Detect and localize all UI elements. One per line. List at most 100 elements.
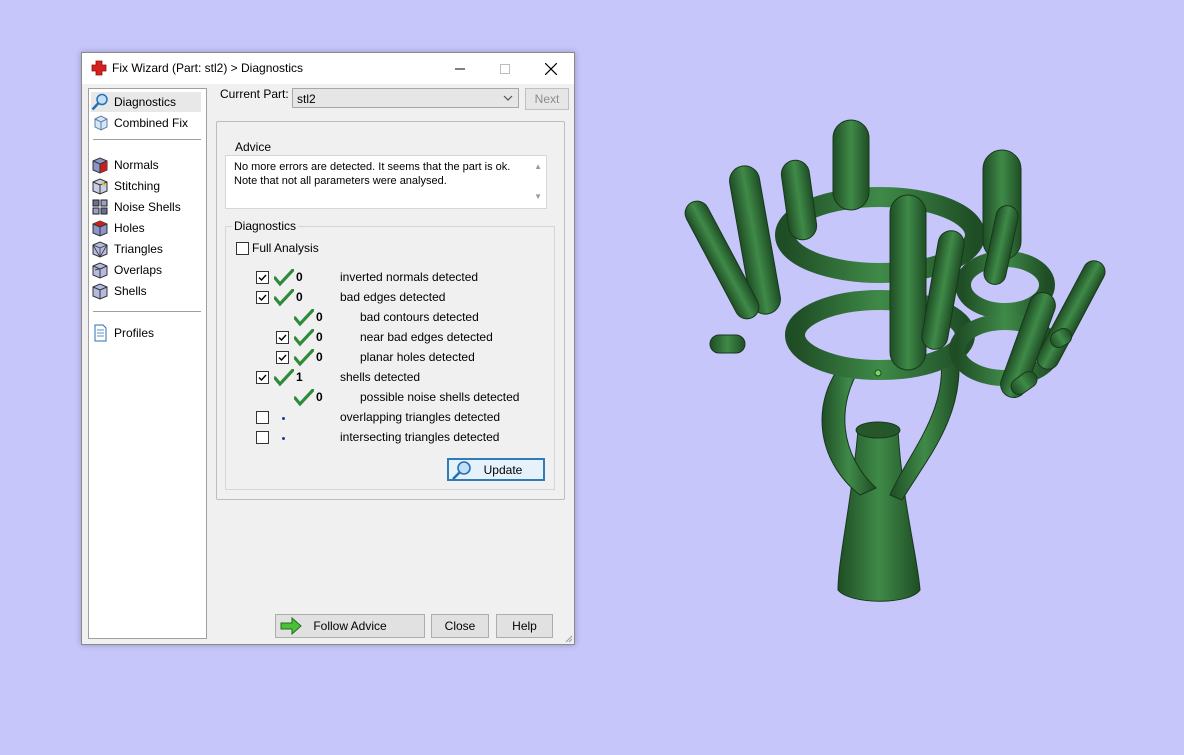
magnifier-icon bbox=[91, 93, 108, 111]
maximize-icon bbox=[500, 63, 510, 74]
diagnostic-label: bad edges detected bbox=[340, 290, 446, 304]
sidebar-item-label: Normals bbox=[114, 158, 159, 172]
holes-cube-icon bbox=[92, 220, 108, 237]
update-button-label: Update bbox=[483, 462, 523, 477]
diagnostic-checkbox[interactable] bbox=[256, 411, 269, 424]
overlaps-cube-icon bbox=[92, 262, 108, 279]
title-bar[interactable]: Fix Wizard (Part: stl2) > Diagnostics bbox=[82, 53, 574, 84]
scroll-up-arrow-icon[interactable]: ▲ bbox=[534, 160, 542, 174]
resize-grip-icon[interactable] bbox=[563, 633, 573, 643]
current-part-value: stl2 bbox=[297, 92, 316, 106]
sidebar-item-holes[interactable]: Holes bbox=[91, 218, 201, 238]
sidebar-separator bbox=[93, 139, 201, 140]
diagnostic-count: 0 bbox=[316, 310, 323, 324]
diagnostic-count: 0 bbox=[316, 330, 323, 344]
help-button-label: Help bbox=[512, 619, 537, 633]
diagnostic-label: inverted normals detected bbox=[340, 270, 479, 284]
green-check-icon bbox=[294, 349, 314, 367]
scroll-down-arrow-icon[interactable]: ▼ bbox=[534, 190, 542, 204]
pivot-point-icon bbox=[874, 369, 882, 377]
diagnostics-group-title: Diagnostics bbox=[232, 219, 299, 233]
green-check-icon bbox=[294, 389, 314, 407]
checkmark-icon bbox=[278, 354, 287, 362]
advice-text: No more errors are detected. It seems th… bbox=[234, 161, 511, 187]
advice-textbox[interactable]: No more errors are detected. It seems th… bbox=[225, 155, 547, 209]
green-check-icon bbox=[274, 269, 294, 287]
follow-advice-button[interactable]: Follow Advice bbox=[275, 614, 425, 638]
wizard-sidebar: Diagnostics Combined Fix Normals Stitchi… bbox=[88, 88, 207, 639]
diagnostic-count: 0 bbox=[316, 350, 323, 364]
diagnostic-checkbox[interactable] bbox=[276, 331, 289, 344]
diagnostic-checkbox[interactable] bbox=[276, 351, 289, 364]
sidebar-item-label: Overlaps bbox=[114, 263, 163, 277]
sidebar-item-profiles[interactable]: Profiles bbox=[91, 323, 201, 343]
next-button-label: Next bbox=[534, 92, 560, 106]
sidebar-item-normals[interactable]: Normals bbox=[91, 155, 201, 175]
green-check-icon bbox=[274, 369, 294, 387]
sidebar-item-overlaps[interactable]: Overlaps bbox=[91, 260, 201, 280]
noise-shells-icon bbox=[92, 199, 108, 215]
diagnostic-checkbox[interactable] bbox=[256, 371, 269, 384]
full-analysis-checkbox[interactable] bbox=[236, 242, 249, 255]
checkmark-icon bbox=[258, 294, 267, 302]
close-button-label: Close bbox=[444, 619, 476, 633]
sidebar-item-label: Shells bbox=[114, 284, 147, 298]
sidebar-item-triangles[interactable]: Triangles bbox=[91, 239, 201, 259]
full-analysis-label: Full Analysis bbox=[252, 241, 319, 255]
sidebar-item-stitching[interactable]: Stitching bbox=[91, 176, 201, 196]
sidebar-item-shells[interactable]: Shells bbox=[91, 281, 201, 301]
sidebar-item-label: Triangles bbox=[114, 242, 163, 256]
red-cross-icon bbox=[91, 60, 107, 76]
minimize-icon bbox=[455, 68, 465, 69]
3d-model-mesh bbox=[684, 119, 1106, 602]
sidebar-item-label: Diagnostics bbox=[114, 95, 177, 109]
update-button[interactable]: Update bbox=[447, 458, 545, 481]
sidebar-item-noise-shells[interactable]: Noise Shells bbox=[91, 197, 201, 217]
fix-wizard-dialog: Fix Wizard (Part: stl2) > Diagnostics Di… bbox=[81, 52, 575, 645]
sidebar-item-label: Profiles bbox=[114, 326, 155, 340]
sidebar-item-combined-fix[interactable]: Combined Fix bbox=[91, 113, 201, 133]
minimize-button[interactable] bbox=[437, 53, 483, 84]
pending-dot-icon bbox=[282, 437, 285, 440]
diagnostic-checkbox[interactable] bbox=[256, 431, 269, 444]
diagnostic-count: 0 bbox=[296, 270, 303, 284]
green-check-icon bbox=[274, 289, 294, 307]
chevron-down-icon bbox=[503, 95, 513, 101]
window-title: Fix Wizard (Part: stl2) > Diagnostics bbox=[112, 61, 304, 75]
current-part-select[interactable]: stl2 bbox=[292, 88, 519, 108]
help-button[interactable]: Help bbox=[496, 614, 553, 638]
sidebar-item-label: Noise Shells bbox=[114, 200, 181, 214]
stitching-cube-icon bbox=[92, 178, 108, 195]
maximize-button[interactable] bbox=[482, 53, 528, 84]
sidebar-item-label: Combined Fix bbox=[114, 116, 189, 130]
diagnostic-label: intersecting triangles detected bbox=[340, 430, 500, 444]
diagnostic-checkbox[interactable] bbox=[256, 291, 269, 304]
cube-icon bbox=[94, 115, 108, 131]
checkmark-icon bbox=[258, 274, 267, 282]
triangles-cube-icon bbox=[92, 241, 108, 258]
close-window-button[interactable] bbox=[528, 53, 574, 84]
diagnostic-count: 1 bbox=[296, 370, 303, 384]
green-check-icon bbox=[294, 329, 314, 347]
document-icon bbox=[94, 324, 107, 342]
magnifier-icon bbox=[452, 461, 471, 480]
3d-model-viewport[interactable] bbox=[640, 100, 1120, 620]
normals-cube-icon bbox=[92, 157, 108, 174]
green-check-icon bbox=[294, 309, 314, 327]
diagnostic-label: planar holes detected bbox=[360, 350, 475, 364]
diagnostic-checkbox[interactable] bbox=[256, 271, 269, 284]
diagnostic-label: possible noise shells detected bbox=[360, 390, 520, 404]
advice-group-title: Advice bbox=[233, 140, 274, 154]
sidebar-separator bbox=[93, 311, 201, 312]
diagnostic-count: 0 bbox=[296, 290, 303, 304]
checkmark-icon bbox=[258, 374, 267, 382]
diagnostic-label: bad contours detected bbox=[360, 310, 479, 324]
diagnostic-count: 0 bbox=[316, 390, 323, 404]
checkmark-icon bbox=[278, 334, 287, 342]
close-button[interactable]: Close bbox=[431, 614, 489, 638]
sidebar-item-label: Stitching bbox=[114, 179, 161, 193]
pending-dot-icon bbox=[282, 417, 285, 420]
next-button[interactable]: Next bbox=[525, 88, 569, 110]
sidebar-item-diagnostics[interactable]: Diagnostics bbox=[91, 92, 201, 112]
close-icon bbox=[545, 62, 557, 75]
